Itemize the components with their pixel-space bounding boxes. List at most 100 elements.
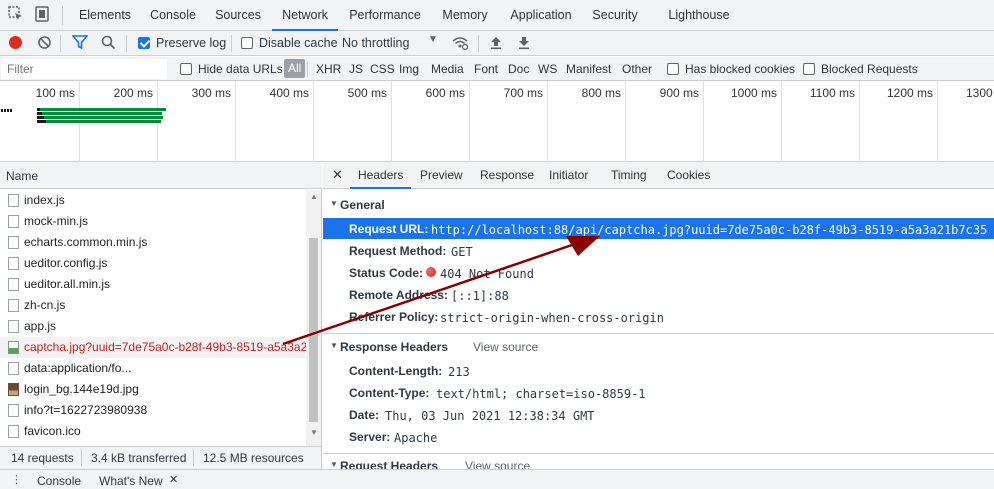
request-name: index.js <box>24 193 65 207</box>
tab-console[interactable]: Console <box>142 0 204 31</box>
import-har-icon[interactable] <box>489 35 503 53</box>
hide-data-urls-checkbox[interactable] <box>180 63 192 75</box>
filter-type-ws[interactable]: WS <box>538 62 557 76</box>
request-row[interactable]: mock-min.js <box>0 211 306 232</box>
waterfall-bar <box>37 108 166 111</box>
filter-type-xhr[interactable]: XHR <box>316 62 341 76</box>
timeline-tick-label: 1000 ms <box>730 86 777 100</box>
tab-elements[interactable]: Elements <box>72 0 138 31</box>
request-row[interactable]: ueditor.config.js <box>0 253 306 274</box>
drawer-tab-whats-new[interactable]: What's New <box>99 474 163 488</box>
clear-icon[interactable] <box>37 35 52 53</box>
request-row[interactable]: index.js <box>0 190 306 211</box>
request-row[interactable]: ueditor.all.min.js <box>0 274 306 295</box>
request-row[interactable]: zh-cn.js <box>0 295 306 316</box>
timeline-tick-label: 1200 ms <box>886 86 933 100</box>
filter-type-manifest[interactable]: Manifest <box>566 62 611 76</box>
network-status-bar: 14 requests 3.4 kB transferred 12.5 MB r… <box>0 446 322 469</box>
details-tab-headers[interactable]: Headers <box>350 162 411 189</box>
details-tab-response[interactable]: Response <box>480 162 534 189</box>
filter-icon[interactable] <box>71 35 89 53</box>
request-name: echarts.common.min.js <box>24 235 148 249</box>
filter-type-img[interactable]: Img <box>399 62 419 76</box>
timeline-gridline <box>937 81 938 162</box>
timeline-tick-label: 600 ms <box>425 86 465 100</box>
collapse-triangle-icon[interactable]: ▼ <box>330 199 338 208</box>
close-icon[interactable]: ✕ <box>169 473 178 486</box>
throttling-select[interactable]: No throttling <box>342 36 409 50</box>
filter-type-media[interactable]: Media <box>431 62 464 76</box>
network-conditions-icon[interactable] <box>451 35 469 54</box>
filter-type-other[interactable]: Other <box>622 62 652 76</box>
tab-network[interactable]: Network <box>272 0 338 31</box>
request-name: app.js <box>24 319 57 333</box>
tab-memory[interactable]: Memory <box>432 0 498 31</box>
section-divider <box>323 333 994 334</box>
details-tab-initiator[interactable]: Initiator <box>549 162 588 189</box>
details-tab-cookies[interactable]: Cookies <box>667 162 710 189</box>
details-tab-preview[interactable]: Preview <box>420 162 463 189</box>
request-name: login_bg.144e19d.jpg <box>24 382 139 396</box>
blocked-requests-checkbox[interactable] <box>803 63 815 75</box>
request-list-header[interactable]: Name <box>0 162 322 189</box>
record-icon[interactable] <box>9 36 22 49</box>
request-method-key: Request Method: <box>349 244 447 258</box>
filter-type-all[interactable]: All <box>284 59 306 78</box>
collapse-triangle-icon[interactable]: ▼ <box>330 460 338 469</box>
file-icon <box>8 194 19 207</box>
request-name: captcha.jpg?uuid=7de75a0c-b28f-49b3-8519… <box>24 340 306 354</box>
request-row[interactable]: data:application/fo... <box>0 358 306 379</box>
request-row-selected[interactable]: captcha.jpg?uuid=7de75a0c-b28f-49b3-8519… <box>0 337 306 358</box>
tab-lighthouse[interactable]: Lighthouse <box>660 0 738 31</box>
file-icon <box>8 425 19 438</box>
request-row[interactable]: info?t=1622723980938 <box>0 400 306 421</box>
drawer-tab-console[interactable]: Console <box>37 474 81 488</box>
drawer-menu-icon[interactable]: ⋮ <box>11 473 22 486</box>
search-icon[interactable] <box>101 35 116 53</box>
hide-data-urls-label: Hide data URLs <box>198 62 283 76</box>
tab-sources[interactable]: Sources <box>208 0 268 31</box>
request-row[interactable]: favicon.ico <box>0 421 306 442</box>
status-separator <box>193 450 194 466</box>
request-row[interactable]: echarts.common.min.js <box>0 232 306 253</box>
timeline-overview[interactable]: 100 ms 200 ms 300 ms 400 ms 500 ms 600 m… <box>0 81 994 162</box>
disable-cache-checkbox[interactable] <box>241 37 253 49</box>
collapse-triangle-icon[interactable]: ▼ <box>330 341 338 350</box>
scrollbar-thumb[interactable] <box>309 238 318 422</box>
toolbar-separator <box>231 35 232 52</box>
timeline-tick-label: 200 ms <box>113 86 153 100</box>
scroll-down-icon[interactable]: ▼ <box>310 428 318 437</box>
referrer-policy-key: Referrer Policy: <box>349 310 439 324</box>
export-har-icon[interactable] <box>517 35 531 53</box>
tab-security[interactable]: Security <box>584 0 646 31</box>
general-section-title[interactable]: General <box>340 198 385 212</box>
chevron-down-icon[interactable]: ▼ <box>428 34 438 45</box>
response-view-source-link[interactable]: View source <box>473 340 538 354</box>
filter-type-css[interactable]: CSS <box>370 62 395 76</box>
filter-type-js[interactable]: JS <box>349 62 363 76</box>
request-list-scrollbar[interactable]: ▲ ▼ <box>306 190 321 446</box>
referrer-policy-value: strict-origin-when-cross-origin <box>440 311 664 325</box>
request-row[interactable]: app.js <box>0 316 306 337</box>
device-toolbar-icon[interactable] <box>33 5 53 25</box>
request-row[interactable]: login_bg.144e19d.jpg <box>0 379 306 400</box>
toolbar-separator <box>478 35 479 52</box>
scroll-up-icon[interactable]: ▲ <box>310 192 318 201</box>
preserve-log-checkbox[interactable] <box>138 37 150 49</box>
timeline-gridline <box>469 81 470 162</box>
close-icon[interactable]: ✕ <box>332 167 343 183</box>
request-view-source-link[interactable]: View source <box>465 459 530 469</box>
image-thumbnail-icon <box>8 383 19 396</box>
response-headers-title[interactable]: Response Headers <box>340 340 448 354</box>
filter-separator <box>307 61 308 77</box>
has-blocked-cookies-checkbox[interactable] <box>667 63 679 75</box>
request-headers-title[interactable]: Request Headers <box>340 459 438 469</box>
tab-performance[interactable]: Performance <box>342 0 428 31</box>
filter-type-font[interactable]: Font <box>474 62 498 76</box>
filter-type-doc[interactable]: Doc <box>508 62 529 76</box>
filter-input[interactable] <box>1 59 167 79</box>
name-column-header[interactable]: Name <box>6 169 38 183</box>
tab-application[interactable]: Application <box>502 0 580 31</box>
details-tab-timing[interactable]: Timing <box>611 162 647 189</box>
inspect-element-icon[interactable] <box>7 5 27 25</box>
